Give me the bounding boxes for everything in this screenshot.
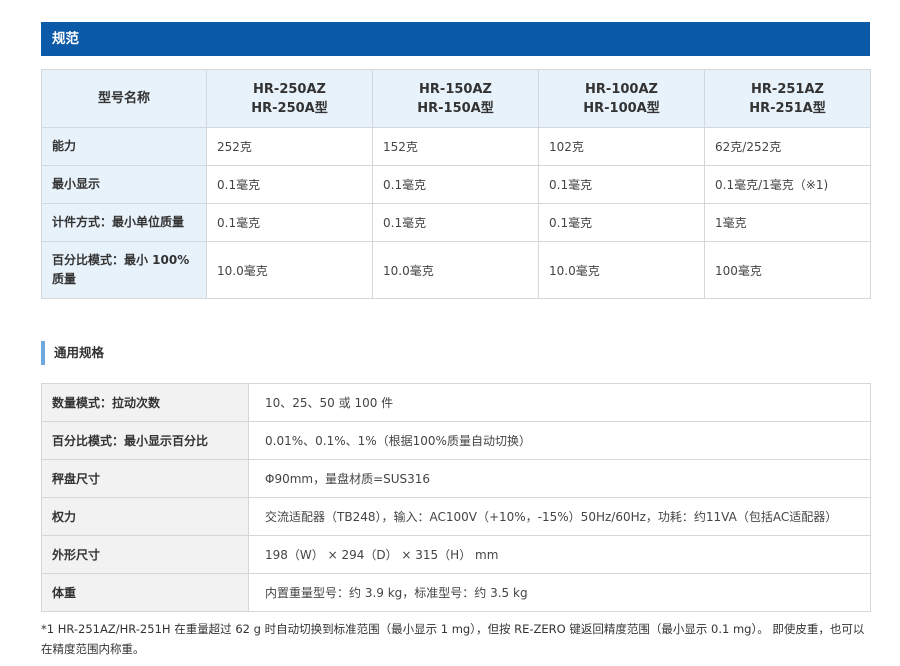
table-row: 秤盘尺寸 Φ90mm，量盘材质=SUS316 <box>41 459 871 498</box>
row-label: 百分比模式：最小 100% 质量 <box>41 241 207 299</box>
row-label: 体重 <box>41 573 249 612</box>
model-code: HR-251AZ <box>751 81 824 97</box>
row-label: 最小显示 <box>41 165 207 204</box>
table-row: 计件方式：最小单位质量 0.1毫克 0.1毫克 0.1毫克 1毫克 <box>41 203 871 242</box>
table-row: 体重 内置重量型号：约 3.9 kg，标准型号：约 3.5 kg <box>41 573 871 612</box>
model-code: HR-150AZ <box>419 81 492 97</box>
model-header: HR-250AZ HR-250A型 <box>206 69 373 128</box>
model-header: HR-150AZ HR-150A型 <box>372 69 539 128</box>
cell-value: 252克 <box>206 127 373 166</box>
model-variant: HR-100A型 <box>583 100 660 116</box>
model-variant: HR-250A型 <box>251 100 328 116</box>
table-row: 权力 交流适配器（TB248），输入：AC100V（+10%，-15%）50Hz… <box>41 497 871 536</box>
cell-value: 交流适配器（TB248），输入：AC100V（+10%，-15%）50Hz/60… <box>248 497 871 536</box>
cell-value: Φ90mm，量盘材质=SUS316 <box>248 459 871 498</box>
row-label: 百分比模式：最小显示百分比 <box>41 421 249 460</box>
cell-value: 0.1毫克 <box>206 165 373 204</box>
cell-value: 0.1毫克/1毫克（※1) <box>704 165 871 204</box>
model-variant: HR-150A型 <box>417 100 494 116</box>
row-label: 权力 <box>41 497 249 536</box>
row-label: 秤盘尺寸 <box>41 459 249 498</box>
cell-value: 0.1毫克 <box>372 165 539 204</box>
cell-value: 内置重量型号：约 3.9 kg，标准型号：约 3.5 kg <box>248 573 871 612</box>
cell-value: 0.01%、0.1%、1%（根据100%质量自动切换） <box>248 421 871 460</box>
model-code: HR-100AZ <box>585 81 658 97</box>
table-row: 外形尺寸 198（W） × 294（D） × 315（H） mm <box>41 535 871 574</box>
row-label: 外形尺寸 <box>41 535 249 574</box>
cell-value: 10.0毫克 <box>206 241 373 299</box>
model-code: HR-250AZ <box>253 81 326 97</box>
model-header: HR-100AZ HR-100A型 <box>538 69 705 128</box>
table-row: 百分比模式：最小 100% 质量 10.0毫克 10.0毫克 10.0毫克 10… <box>41 241 871 299</box>
model-name-header: 型号名称 <box>41 69 207 128</box>
spec-table: 型号名称 HR-250AZ HR-250A型 HR-150AZ HR-150A型 H… <box>41 69 871 299</box>
table-row: 百分比模式：最小显示百分比 0.01%、0.1%、1%（根据100%质量自动切换… <box>41 421 871 460</box>
cell-value: 0.1毫克 <box>206 203 373 242</box>
row-label: 计件方式：最小单位质量 <box>41 203 207 242</box>
spec-header-row: 型号名称 HR-250AZ HR-250A型 HR-150AZ HR-150A型 H… <box>41 69 871 128</box>
cell-value: 102克 <box>538 127 705 166</box>
cell-value: 198（W） × 294（D） × 315（H） mm <box>248 535 871 574</box>
row-label: 数量模式：拉动次数 <box>41 383 249 422</box>
table-row: 最小显示 0.1毫克 0.1毫克 0.1毫克 0.1毫克/1毫克（※1) <box>41 165 871 204</box>
cell-value: 0.1毫克 <box>538 203 705 242</box>
cell-value: 152克 <box>372 127 539 166</box>
general-specs-heading: 通用规格 <box>41 341 104 365</box>
cell-value: 0.1毫克 <box>538 165 705 204</box>
model-header: HR-251AZ HR-251A型 <box>704 69 871 128</box>
cell-value: 0.1毫克 <box>372 203 539 242</box>
cell-value: 10.0毫克 <box>538 241 705 299</box>
table-row: 能力 252克 152克 102克 62克/252克 <box>41 127 871 166</box>
general-specs-table: 数量模式：拉动次数 10、25、50 或 100 件 百分比模式：最小显示百分比… <box>41 383 871 612</box>
section-title: 规范 <box>41 22 870 56</box>
cell-value: 1毫克 <box>704 203 871 242</box>
row-label: 能力 <box>41 127 207 166</box>
table-row: 数量模式：拉动次数 10、25、50 或 100 件 <box>41 383 871 422</box>
cell-value: 10.0毫克 <box>372 241 539 299</box>
model-variant: HR-251A型 <box>749 100 826 116</box>
cell-value: 10、25、50 或 100 件 <box>248 383 871 422</box>
cell-value: 62克/252克 <box>704 127 871 166</box>
footnote: *1 HR-251AZ/HR-251H 在重量超过 62 g 时自动切换到标准范… <box>41 622 865 656</box>
cell-value: 100毫克 <box>704 241 871 299</box>
